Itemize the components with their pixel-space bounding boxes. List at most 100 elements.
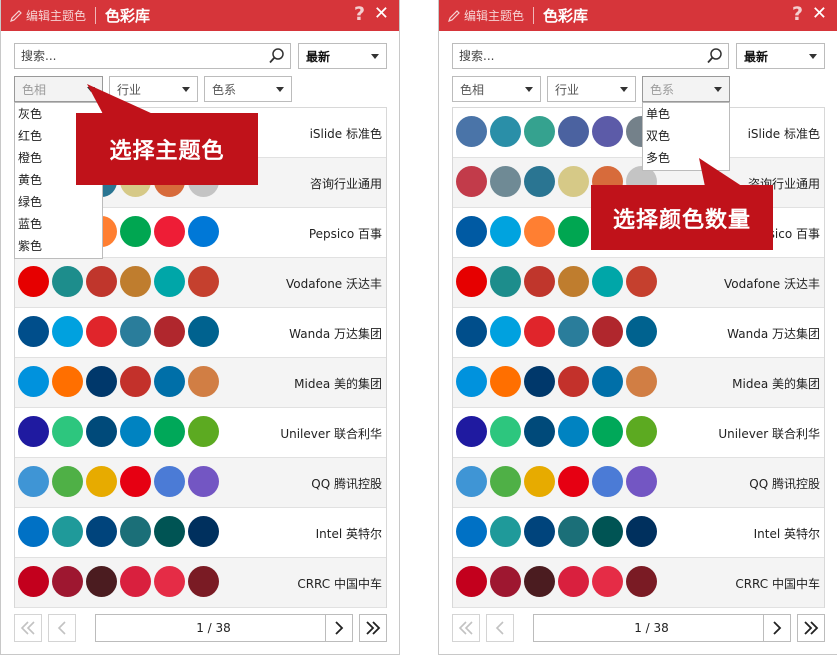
- palette-row[interactable]: QQ 腾讯控股: [453, 458, 824, 508]
- first-page-button[interactable]: [452, 614, 480, 642]
- color-swatch[interactable]: [524, 116, 555, 147]
- color-swatch[interactable]: [456, 366, 487, 397]
- color-swatch[interactable]: [592, 366, 623, 397]
- next-page-button[interactable]: [325, 614, 353, 642]
- palette-row[interactable]: Intel 英特尔: [15, 508, 386, 558]
- color-swatch[interactable]: [558, 116, 589, 147]
- color-swatch[interactable]: [592, 516, 623, 547]
- color-swatch[interactable]: [86, 566, 117, 597]
- color-swatch[interactable]: [456, 266, 487, 297]
- color-swatch[interactable]: [86, 466, 117, 497]
- dropdown-option[interactable]: 紫色: [15, 235, 102, 257]
- color-swatch[interactable]: [120, 416, 151, 447]
- color-swatch[interactable]: [52, 416, 83, 447]
- prev-page-button[interactable]: [486, 614, 514, 642]
- dropdown-option[interactable]: 双色: [643, 125, 729, 147]
- color-swatch[interactable]: [154, 466, 185, 497]
- color-swatch[interactable]: [490, 516, 521, 547]
- color-swatch[interactable]: [524, 166, 555, 197]
- color-swatch[interactable]: [120, 266, 151, 297]
- edit-theme-button[interactable]: 编辑主题色: [439, 0, 524, 31]
- color-swatch[interactable]: [626, 316, 657, 347]
- search-icon[interactable]: [268, 47, 286, 65]
- color-swatch[interactable]: [86, 266, 117, 297]
- palette-row[interactable]: QQ 腾讯控股: [15, 458, 386, 508]
- color-swatch[interactable]: [490, 566, 521, 597]
- color-swatch[interactable]: [86, 316, 117, 347]
- color-swatch[interactable]: [592, 266, 623, 297]
- color-swatch[interactable]: [18, 266, 49, 297]
- last-page-button[interactable]: [359, 614, 387, 642]
- color-swatch[interactable]: [154, 366, 185, 397]
- color-swatch[interactable]: [490, 216, 521, 247]
- palette-row[interactable]: Intel 英特尔: [453, 508, 824, 558]
- color-swatch[interactable]: [524, 566, 555, 597]
- color-swatch[interactable]: [52, 566, 83, 597]
- scheme-filter-select[interactable]: 色系: [642, 76, 730, 102]
- color-swatch[interactable]: [52, 466, 83, 497]
- palette-row[interactable]: Wanda 万达集团: [15, 308, 386, 358]
- color-swatch[interactable]: [558, 366, 589, 397]
- color-swatch[interactable]: [490, 466, 521, 497]
- color-swatch[interactable]: [154, 566, 185, 597]
- color-swatch[interactable]: [490, 116, 521, 147]
- color-swatch[interactable]: [188, 466, 219, 497]
- color-swatch[interactable]: [52, 516, 83, 547]
- color-swatch[interactable]: [18, 316, 49, 347]
- palette-row[interactable]: CRRC 中国中车: [453, 558, 824, 608]
- color-swatch[interactable]: [626, 516, 657, 547]
- color-swatch[interactable]: [626, 366, 657, 397]
- color-swatch[interactable]: [120, 566, 151, 597]
- color-swatch[interactable]: [52, 316, 83, 347]
- color-swatch[interactable]: [626, 266, 657, 297]
- color-swatch[interactable]: [456, 466, 487, 497]
- color-swatch[interactable]: [592, 466, 623, 497]
- color-swatch[interactable]: [558, 566, 589, 597]
- color-swatch[interactable]: [592, 316, 623, 347]
- color-swatch[interactable]: [86, 516, 117, 547]
- color-swatch[interactable]: [456, 166, 487, 197]
- palette-row[interactable]: Midea 美的集团: [453, 358, 824, 408]
- color-swatch[interactable]: [524, 316, 555, 347]
- color-swatch[interactable]: [188, 216, 219, 247]
- search-input[interactable]: [453, 44, 693, 68]
- color-swatch[interactable]: [456, 116, 487, 147]
- palette-row[interactable]: Midea 美的集团: [15, 358, 386, 408]
- color-swatch[interactable]: [524, 516, 555, 547]
- color-swatch[interactable]: [558, 416, 589, 447]
- palette-row[interactable]: Wanda 万达集团: [453, 308, 824, 358]
- color-swatch[interactable]: [154, 216, 185, 247]
- color-swatch[interactable]: [490, 416, 521, 447]
- color-swatch[interactable]: [154, 266, 185, 297]
- search-icon[interactable]: [706, 47, 724, 65]
- color-swatch[interactable]: [456, 416, 487, 447]
- close-icon[interactable]: ✕: [812, 3, 827, 24]
- color-swatch[interactable]: [558, 466, 589, 497]
- color-swatch[interactable]: [524, 366, 555, 397]
- color-swatch[interactable]: [558, 266, 589, 297]
- color-swatch[interactable]: [52, 366, 83, 397]
- color-swatch[interactable]: [18, 366, 49, 397]
- first-page-button[interactable]: [14, 614, 42, 642]
- color-swatch[interactable]: [490, 266, 521, 297]
- dropdown-option[interactable]: 蓝色: [15, 213, 102, 235]
- last-page-button[interactable]: [797, 614, 825, 642]
- color-swatch[interactable]: [120, 366, 151, 397]
- color-swatch[interactable]: [524, 266, 555, 297]
- help-icon[interactable]: ?: [792, 3, 803, 25]
- sort-select[interactable]: 最新: [298, 43, 387, 69]
- color-swatch[interactable]: [86, 416, 117, 447]
- palette-row[interactable]: Vodafone 沃达丰: [453, 258, 824, 308]
- color-swatch[interactable]: [558, 166, 589, 197]
- hue-filter-select[interactable]: 色相: [452, 76, 541, 102]
- color-swatch[interactable]: [524, 416, 555, 447]
- dropdown-option[interactable]: 绿色: [15, 191, 102, 213]
- color-swatch[interactable]: [456, 316, 487, 347]
- color-swatch[interactable]: [120, 316, 151, 347]
- color-swatch[interactable]: [558, 316, 589, 347]
- color-swatch[interactable]: [626, 466, 657, 497]
- color-swatch[interactable]: [154, 516, 185, 547]
- palette-row[interactable]: Unilever 联合利华: [453, 408, 824, 458]
- palette-row[interactable]: Vodafone 沃达丰: [15, 258, 386, 308]
- industry-filter-select[interactable]: 行业: [547, 76, 636, 102]
